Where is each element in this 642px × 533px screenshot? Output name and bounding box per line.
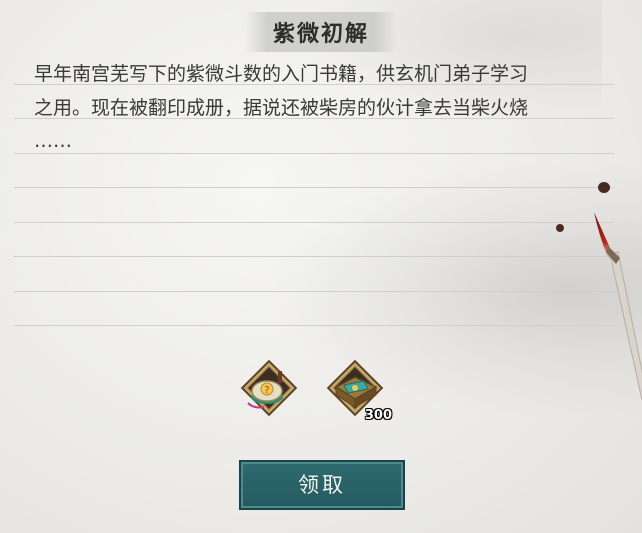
ruled-line [14, 223, 614, 257]
calligraphy-brush-icon [594, 212, 642, 400]
svg-text:?: ? [264, 385, 269, 396]
ink-splatter [598, 182, 610, 193]
reward-list: ? 300 [232, 345, 412, 435]
description-line: 之用。现在被翻印成册，据说还被柴房的伙计拿去当柴火烧 [34, 96, 529, 119]
description-line: …… [34, 130, 72, 152]
event-panel: 紫微初解 早年南宫芜写下的紫微斗数的入门书籍，供玄机门弟子学习 之用。现在被翻印… [0, 0, 642, 533]
reward-count: 300 [364, 408, 392, 423]
ink-splatter [556, 224, 564, 232]
page-title: 紫微初解 [244, 12, 397, 52]
reward-item[interactable]: 300 [324, 357, 392, 423]
ruled-line [14, 257, 614, 292]
reward-item[interactable]: ? [238, 357, 300, 419]
description: 早年南宫芜写下的紫微斗数的入门书籍，供玄机门弟子学习 之用。现在被翻印成册，据说… [34, 58, 614, 159]
claim-button[interactable]: 领取 [239, 460, 405, 510]
description-line: 早年南宫芜写下的紫微斗数的入门书籍，供玄机门弟子学习 [34, 63, 529, 85]
compass-drum-icon: ? [240, 359, 298, 417]
ruled-line [14, 154, 614, 188]
title-bar: 紫微初解 [0, 12, 642, 52]
ruled-line [14, 188, 614, 223]
ruled-line [14, 292, 614, 326]
